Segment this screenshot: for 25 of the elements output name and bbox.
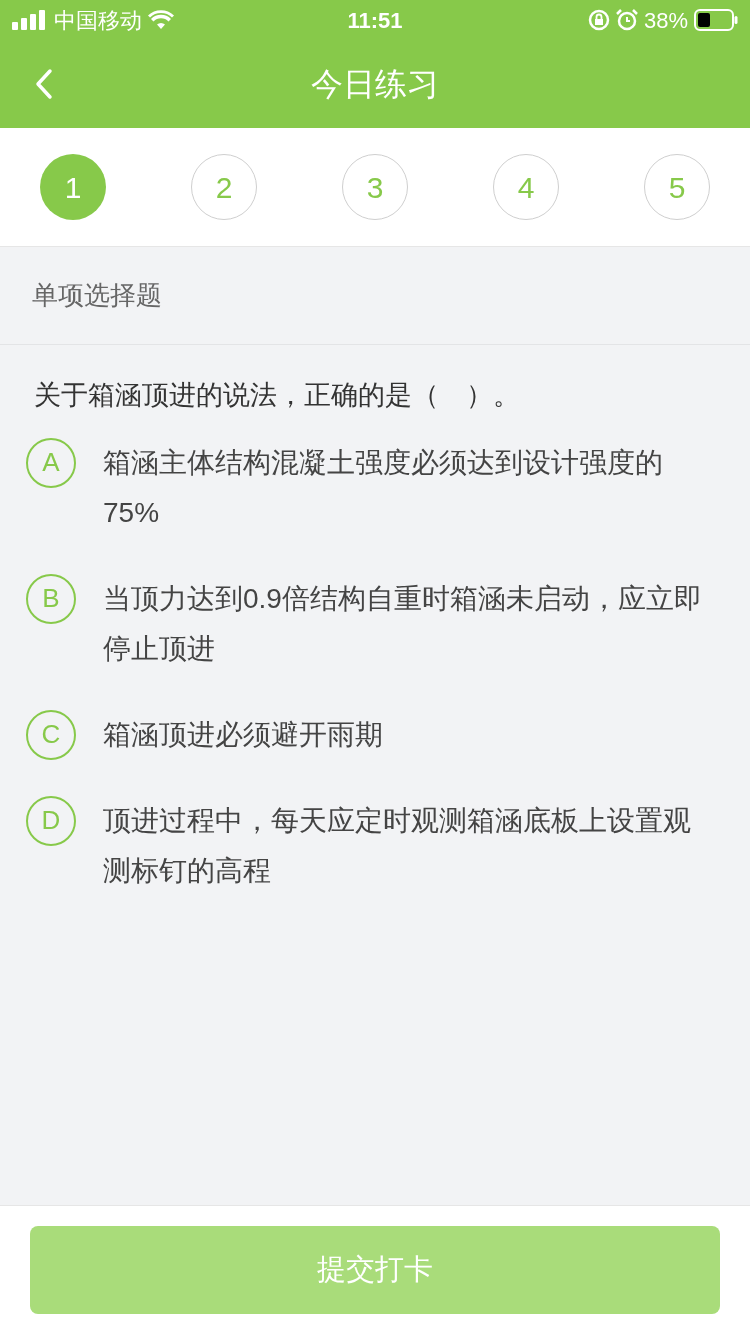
option-text[interactable]: 箱涵主体结构混凝土强度必须达到设计强度的75% [103, 437, 709, 538]
page-title: 今日练习 [311, 66, 439, 102]
battery-text: 38% [643, 6, 688, 35]
alarm-icon [615, 9, 638, 31]
question-text: 关于箱涵顶进的说法，正确的是（ ）。 [34, 380, 520, 410]
option-text[interactable]: 箱涵顶进必须避开雨期 [103, 709, 709, 760]
wifi-icon [148, 10, 174, 30]
step-button[interactable]: 5 [644, 154, 710, 220]
signal-icon [12, 10, 48, 30]
option-text[interactable]: 当顶力达到0.9倍结构自重时箱涵未启动，应立即停止顶进 [103, 573, 709, 674]
step-button[interactable]: 3 [342, 154, 408, 220]
time-text: 11:51 [347, 8, 403, 33]
step-button[interactable]: 4 [493, 154, 559, 220]
option-letter[interactable]: D [26, 795, 76, 846]
section-title: 单项选择题 [32, 279, 162, 312]
option-letter[interactable]: A [26, 437, 76, 488]
option-text[interactable]: 顶进过程中，每天应定时观测箱涵底板上设置观测标钉的高程 [103, 795, 709, 896]
rotation-lock-icon [587, 9, 610, 31]
step-button[interactable]: 1 [40, 154, 106, 220]
back-icon [35, 68, 53, 100]
battery-icon [694, 9, 738, 31]
option-letter[interactable]: C [26, 709, 76, 760]
step-button[interactable]: 2 [191, 154, 257, 220]
carrier-text: 中国移动 [54, 6, 142, 35]
option-letter[interactable]: B [26, 573, 76, 624]
